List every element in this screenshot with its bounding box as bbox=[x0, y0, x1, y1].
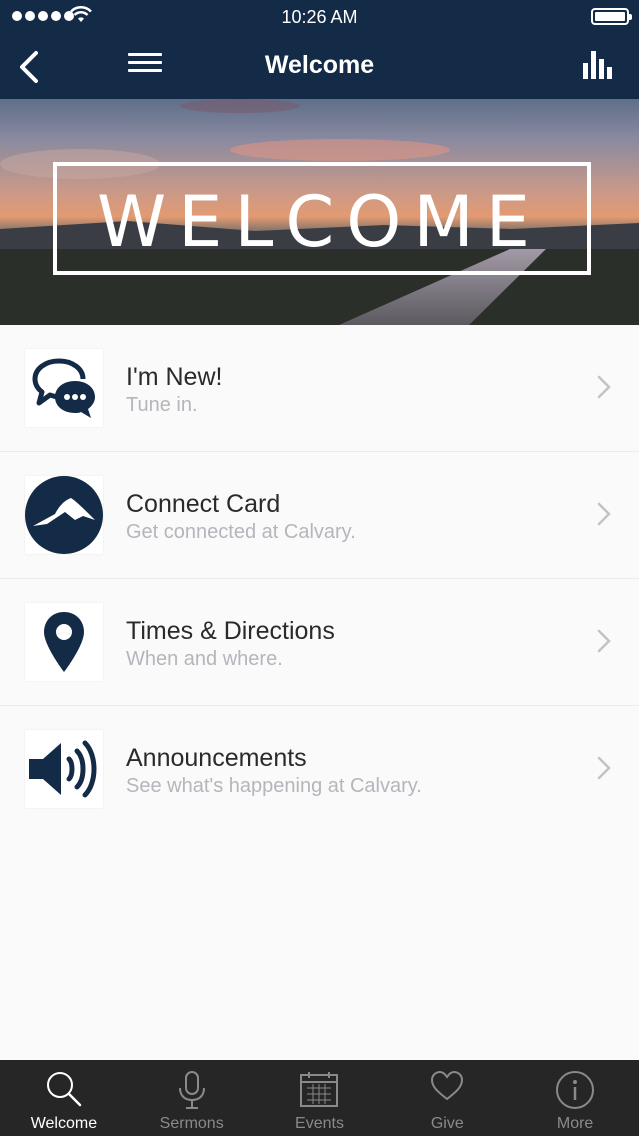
tab-more[interactable]: More bbox=[511, 1060, 639, 1136]
chevron-right-icon bbox=[597, 375, 611, 399]
item-subtitle: When and where. bbox=[126, 648, 283, 670]
item-title: I'm New! bbox=[126, 363, 223, 391]
page-title: Welcome bbox=[264, 51, 375, 79]
chat-bubbles-icon bbox=[25, 349, 103, 427]
tab-label: Events bbox=[295, 1115, 344, 1132]
mountain-logo-icon bbox=[25, 476, 103, 554]
status-time: 10:26 AM bbox=[281, 7, 358, 27]
bar-chart-icon[interactable] bbox=[583, 49, 615, 79]
search-icon bbox=[46, 1072, 82, 1107]
tab-welcome[interactable]: Welcome bbox=[0, 1060, 128, 1136]
navigation-bar: Welcome bbox=[0, 33, 639, 99]
chevron-right-icon bbox=[597, 756, 611, 780]
menu-list: I'm New! Tune in. Connect Card Get conne… bbox=[0, 325, 639, 833]
heart-icon bbox=[431, 1070, 464, 1101]
tab-label: More bbox=[556, 1115, 594, 1132]
speaker-icon bbox=[25, 730, 103, 808]
banner-text: WELCOME bbox=[96, 181, 543, 263]
calendar-icon bbox=[300, 1072, 339, 1107]
status-bar: 10:26 AM bbox=[0, 0, 639, 33]
welcome-banner: WELCOME bbox=[0, 99, 639, 325]
info-icon bbox=[556, 1071, 595, 1109]
tab-events[interactable]: Events bbox=[256, 1060, 384, 1136]
tab-label: Welcome bbox=[30, 1115, 98, 1132]
tab-bar: Welcome Sermons Events Give More bbox=[0, 1060, 639, 1136]
list-item-times-directions[interactable]: Times & Directions When and where. bbox=[0, 579, 639, 706]
item-subtitle: Tune in. bbox=[126, 394, 198, 416]
map-pin-icon bbox=[25, 603, 103, 681]
list-item-im-new[interactable]: I'm New! Tune in. bbox=[0, 325, 639, 452]
chevron-right-icon bbox=[597, 502, 611, 526]
item-subtitle: Get connected at Calvary. bbox=[126, 521, 356, 543]
microphone-icon bbox=[178, 1071, 205, 1109]
tab-sermons[interactable]: Sermons bbox=[128, 1060, 256, 1136]
tab-give[interactable]: Give bbox=[383, 1060, 511, 1136]
item-title: Announcements bbox=[126, 744, 307, 772]
list-item-announcements[interactable]: Announcements See what's happening at Ca… bbox=[0, 706, 639, 833]
battery-icon bbox=[591, 8, 632, 25]
tab-label: Give bbox=[430, 1115, 464, 1132]
item-title: Connect Card bbox=[126, 490, 281, 518]
item-title: Times & Directions bbox=[126, 617, 335, 645]
item-subtitle: See what's happening at Calvary. bbox=[126, 775, 422, 797]
chevron-right-icon bbox=[597, 629, 611, 653]
list-item-connect-card[interactable]: Connect Card Get connected at Calvary. bbox=[0, 452, 639, 579]
tab-label: Sermons bbox=[159, 1115, 224, 1132]
